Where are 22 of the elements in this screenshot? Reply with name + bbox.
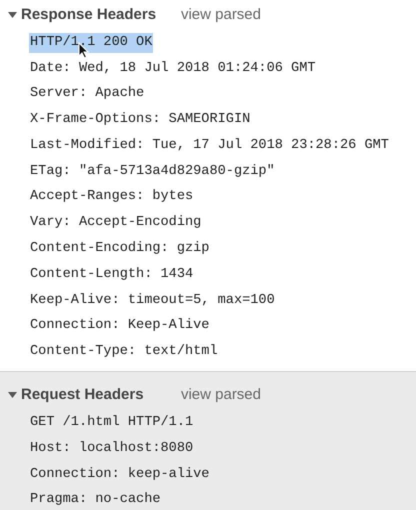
view-parsed-link[interactable]: view parsed: [180, 384, 261, 407]
header-line: Host: localhost:8080: [29, 440, 194, 458]
header-line: Date: Wed, 18 Jul 2018 01:24:06 GMT: [29, 60, 317, 78]
view-parsed-link[interactable]: view parsed: [180, 4, 261, 26]
disclosure-triangle-icon[interactable]: [7, 10, 17, 20]
header-line: ETag: "afa-5713a4d829a80-gzip": [29, 162, 276, 181]
header-line: Connection: keep-alive: [29, 466, 210, 484]
header-line: Server: Apache: [29, 85, 146, 104]
header-line: Accept-Ranges: bytes: [29, 188, 194, 206]
section-title: Request Headers: [21, 385, 144, 406]
header-line: X-Frame-Options: SAMEORIGIN: [29, 111, 252, 130]
header-line: Content-Encoding: gzip: [29, 240, 210, 258]
header-line: Keep-Alive: timeout=5, max=100: [29, 292, 276, 310]
disclosure-triangle-icon[interactable]: [7, 390, 17, 400]
section-title: Response Headers: [21, 4, 156, 25]
header-line: Connection: Keep-Alive: [29, 317, 210, 336]
header-line: Vary: Accept-Encoding: [29, 214, 202, 232]
header-line: Last-Modified: Tue, 17 Jul 2018 23:28:26 GMT: [29, 136, 390, 155]
header-line: Content-Type: text/html: [29, 343, 219, 362]
header-line: Content-Length: 1434: [29, 266, 194, 284]
header-line: GET /1.html HTTP/1.1: [29, 414, 194, 432]
header-line: Pragma: no-cache: [29, 491, 162, 510]
